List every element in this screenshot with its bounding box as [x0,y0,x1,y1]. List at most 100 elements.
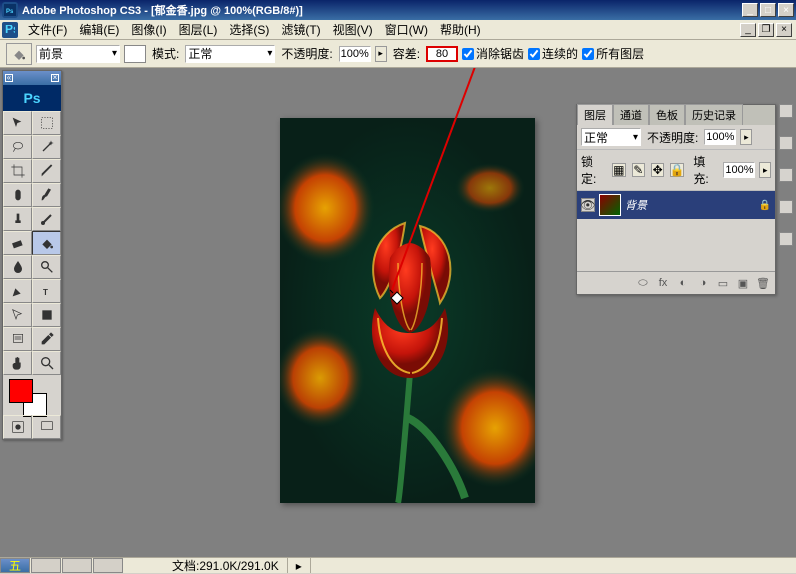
menu-view[interactable]: 视图(V) [327,19,379,40]
color-picker[interactable] [3,375,61,415]
shape-tool[interactable] [32,303,61,327]
status-tab-3[interactable] [62,558,92,573]
layer-blend-select[interactable]: 正常 [581,128,641,146]
lock-all-icon[interactable]: 🔒 [670,163,684,177]
maximize-button[interactable]: □ [760,3,776,17]
opacity-input[interactable] [339,46,371,62]
document-canvas[interactable] [280,118,535,503]
dodge-tool[interactable] [32,255,61,279]
menubar: Ps 文件(F) 编辑(E) 图像(I) 图层(L) 选择(S) 滤镜(T) 视… [0,20,796,40]
move-tool[interactable] [3,111,32,135]
status-doc-size: 文档:291.0K/291.0K [164,558,288,573]
app-logo: Ps [2,2,18,18]
path-tool[interactable] [3,303,32,327]
status-tab-1[interactable]: 五 [0,558,30,573]
layer-group-icon[interactable]: ▭ [714,275,732,291]
history-brush-tool[interactable] [32,207,61,231]
layers-panel: 图层 通道 色板 历史记录 正常 不透明度: ▸ 锁定: ▦ ✎ ✥ 🔒 填充:… [576,104,776,295]
screenmode-toggle[interactable] [32,415,61,439]
status-tab-2[interactable] [31,558,61,573]
minimize-button[interactable]: _ [742,3,758,17]
ps-icon: Ps [2,22,18,38]
marquee-tool[interactable] [32,111,61,135]
statusbar: 五 文档:291.0K/291.0K ▸ [0,557,796,573]
bucket-tool[interactable] [32,231,61,255]
close-button[interactable]: × [778,3,794,17]
svg-text:Ps: Ps [6,9,14,15]
menu-select[interactable]: 选择(S) [223,19,275,40]
palette-header[interactable]: «× [3,71,61,85]
doc-restore-button[interactable]: ❐ [758,23,774,37]
layer-opacity-label: 不透明度: [645,129,700,146]
lock-transparent-icon[interactable]: ▦ [612,163,625,177]
menu-edit[interactable]: 编辑(E) [73,19,125,40]
hand-tool[interactable] [3,351,32,375]
layer-fill-flyout[interactable]: ▸ [759,162,771,178]
right-dock [778,104,794,246]
stamp-tool[interactable] [3,207,32,231]
lock-move-icon[interactable]: ✥ [651,163,664,177]
adjustment-layer-icon[interactable]: ◑ [694,275,712,291]
notes-tool[interactable] [3,327,32,351]
tab-channels[interactable]: 通道 [613,104,649,125]
fill-opacity-label: 填充: [693,153,719,187]
layer-fill-input[interactable] [723,162,755,178]
lasso-tool[interactable] [3,135,32,159]
brush-tool[interactable] [32,183,61,207]
quickmask-toggle[interactable] [3,415,32,439]
eyedropper-tool[interactable] [32,327,61,351]
dock-icon-5[interactable] [779,232,793,246]
menu-filter[interactable]: 滤镜(T) [275,19,326,40]
tolerance-input[interactable] [426,46,458,62]
dock-icon-2[interactable] [779,136,793,150]
bucket-tool-indicator[interactable] [6,43,32,65]
tab-history[interactable]: 历史记录 [685,104,743,125]
menu-layer[interactable]: 图层(L) [173,19,224,40]
heal-tool[interactable] [3,183,32,207]
tab-swatches[interactable]: 色板 [649,104,685,125]
dock-icon-1[interactable] [779,104,793,118]
lock-label: 锁定: [581,153,607,187]
tab-layers[interactable]: 图层 [577,104,613,125]
menu-image[interactable]: 图像(I) [125,19,172,40]
blur-tool[interactable] [3,255,32,279]
link-layers-icon[interactable]: ⬭ [634,275,652,291]
visibility-toggle[interactable]: 👁 [581,198,595,212]
status-flyout[interactable]: ▸ [288,558,311,573]
layer-opacity-input[interactable] [704,129,736,145]
eraser-tool[interactable] [3,231,32,255]
layer-opacity-flyout[interactable]: ▸ [740,129,752,145]
pen-tool[interactable] [3,279,32,303]
opacity-flyout[interactable]: ▸ [375,46,387,62]
crop-tool[interactable] [3,159,32,183]
layer-item[interactable]: 👁 背景 🔒 [577,191,775,219]
layer-list: 👁 背景 🔒 [577,191,775,271]
all-layers-checkbox[interactable]: 所有图层 [582,45,644,62]
menu-file[interactable]: 文件(F) [22,19,73,40]
new-layer-icon[interactable]: ▣ [734,275,752,291]
menu-help[interactable]: 帮助(H) [434,19,487,40]
wand-tool[interactable] [32,135,61,159]
antialias-checkbox[interactable]: 消除锯齿 [462,45,524,62]
dock-icon-4[interactable] [779,200,793,214]
lock-paint-icon[interactable]: ✎ [632,163,645,177]
blend-mode-select[interactable]: 正常 [185,45,275,63]
foreground-color[interactable] [9,379,33,403]
options-bar: 前景 模式: 正常 不透明度: ▸ 容差: 消除锯齿 连续的 所有图层 [0,40,796,68]
zoom-tool[interactable] [32,351,61,375]
menu-window[interactable]: 窗口(W) [379,19,434,40]
type-tool[interactable]: T [32,279,61,303]
doc-close-button[interactable]: × [776,23,792,37]
pattern-swatch[interactable] [124,45,146,63]
slice-tool[interactable] [32,159,61,183]
status-tab-4[interactable] [93,558,123,573]
tool-palette: «× Ps T [2,70,62,440]
doc-minimize-button[interactable]: _ [740,23,756,37]
fill-source-select[interactable]: 前景 [36,45,120,63]
layer-thumbnail[interactable] [599,194,621,216]
dock-icon-3[interactable] [779,168,793,182]
layer-style-icon[interactable]: fx [654,275,672,291]
contiguous-checkbox[interactable]: 连续的 [528,45,578,62]
layer-mask-icon[interactable]: ◐ [674,275,692,291]
delete-layer-icon[interactable]: 🗑 [754,275,772,291]
